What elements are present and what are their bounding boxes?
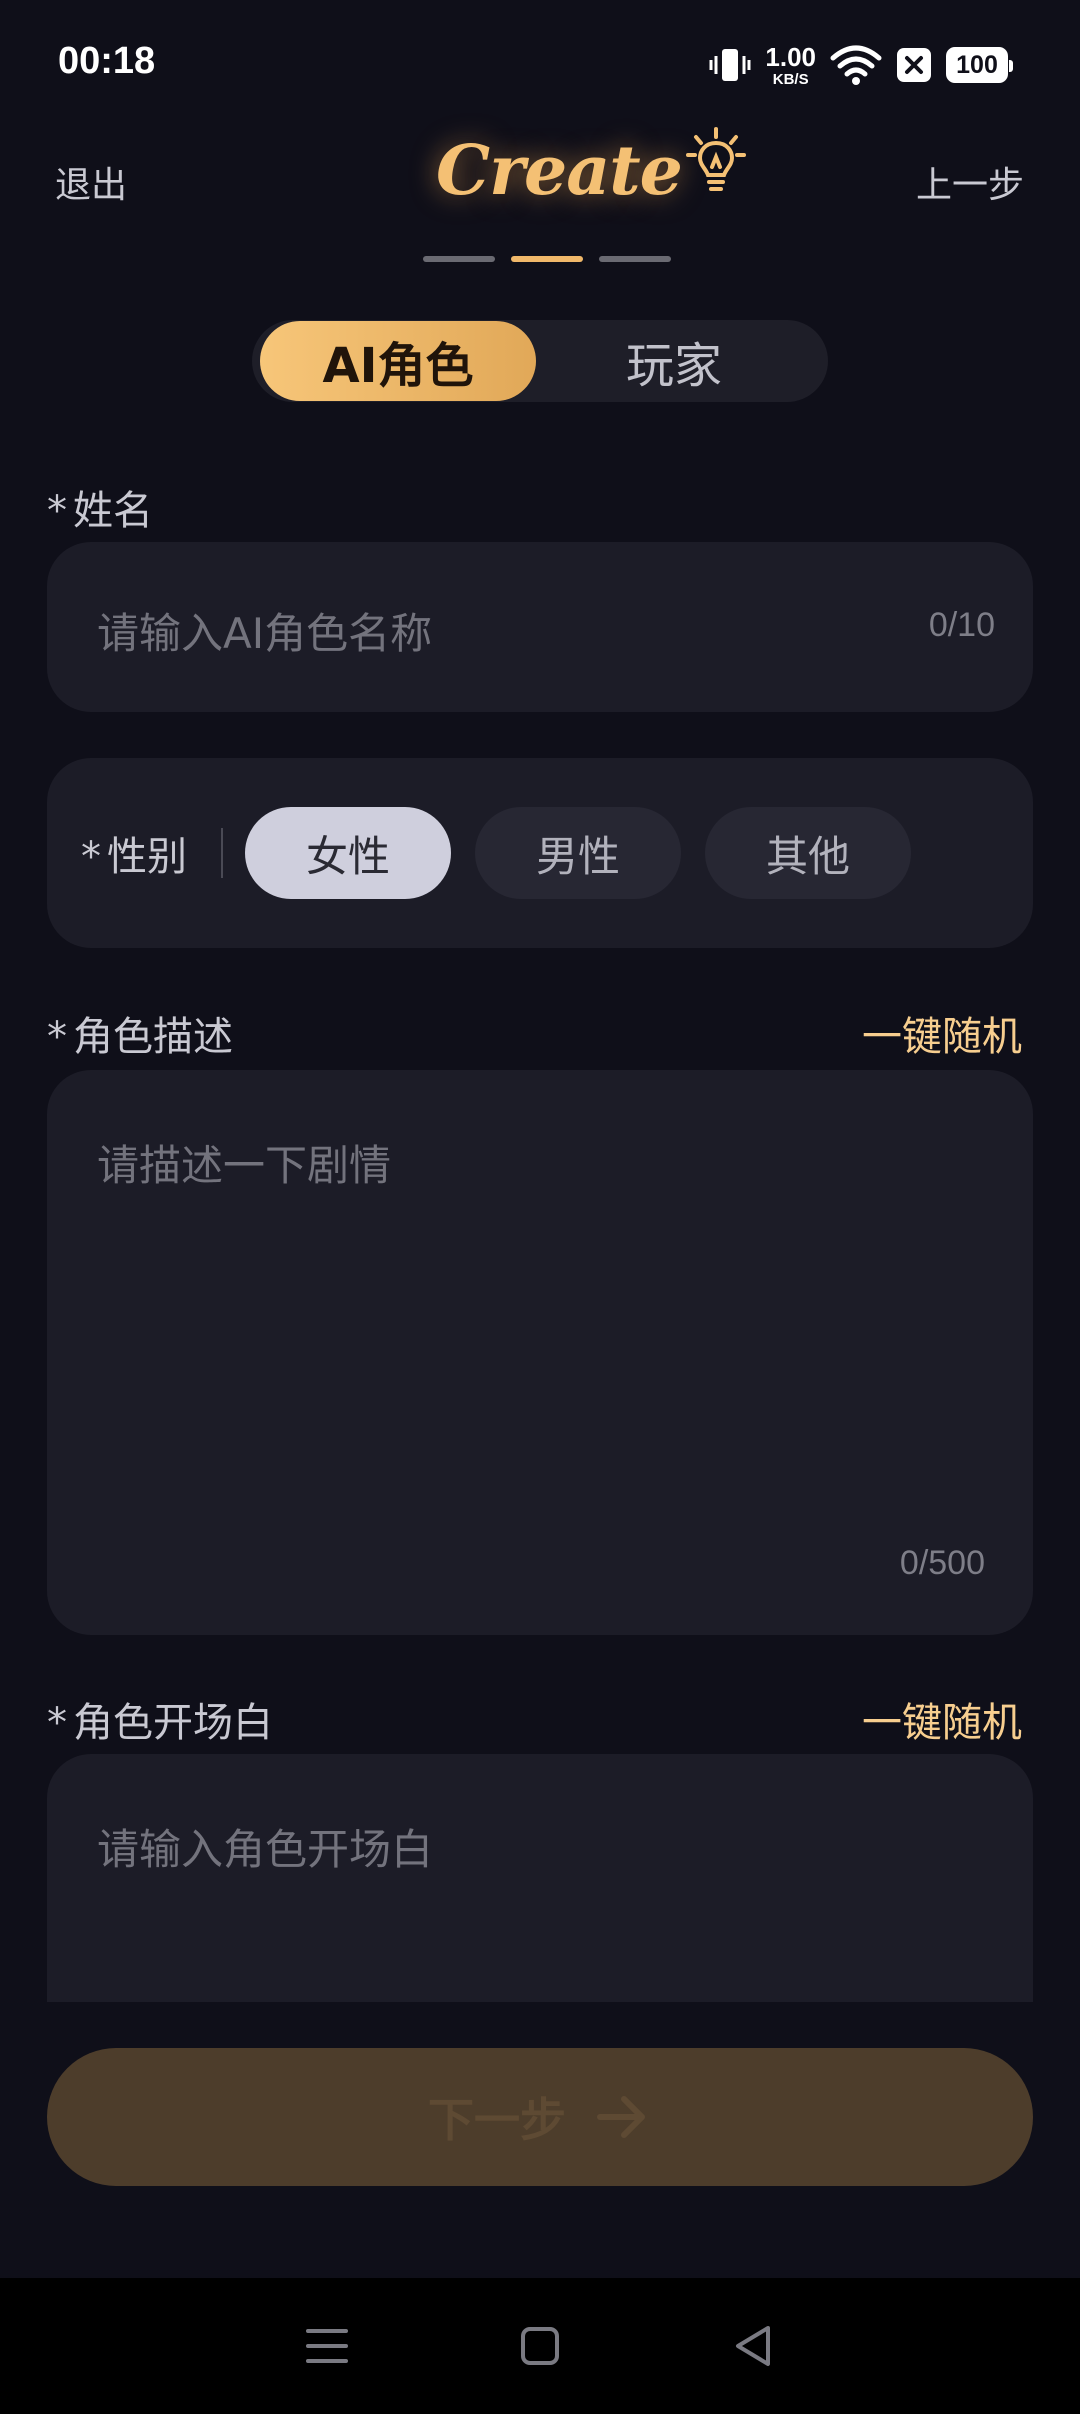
battery-icon: 100: [946, 47, 1013, 83]
name-counter: 0/10: [928, 606, 995, 644]
exit-button[interactable]: 退出: [55, 156, 127, 208]
logo-text: Create: [436, 131, 683, 211]
step-indicator: [423, 256, 671, 262]
description-random-button[interactable]: 一键随机: [862, 1004, 1022, 1062]
description-placeholder: 请描述一下剧情: [97, 1141, 392, 1190]
status-icons: 1.00 KB/S 100: [709, 40, 1013, 90]
arrow-right-icon: [597, 2096, 645, 2138]
name-label: * 姓名: [47, 478, 153, 536]
gender-selector: * 性别 女性 男性 其他: [47, 758, 1033, 948]
gender-male-chip[interactable]: 男性: [475, 807, 681, 899]
required-mark: *: [81, 834, 101, 880]
step-2-active: [511, 256, 583, 262]
required-mark: *: [47, 1014, 67, 1060]
vibrate-icon: [709, 49, 751, 81]
previous-step-button[interactable]: 上一步: [916, 156, 1024, 208]
gender-female-chip[interactable]: 女性: [245, 807, 451, 899]
net-speed-value: 1.00: [765, 41, 816, 72]
segment-player[interactable]: 玩家: [536, 321, 812, 401]
step-3: [599, 256, 671, 262]
required-mark: *: [47, 1700, 67, 1746]
gender-label: * 性别: [81, 824, 187, 882]
name-placeholder: 请输入AI角色名称: [97, 609, 433, 658]
name-input[interactable]: 请输入AI角色名称 0/10: [47, 542, 1033, 712]
opening-textarea[interactable]: 请输入角色开场白: [47, 1754, 1033, 2002]
wifi-icon: [830, 45, 882, 85]
role-segment-toggle: AI角色 玩家: [252, 320, 828, 402]
menu-icon[interactable]: [304, 2323, 350, 2369]
opening-placeholder: 请输入角色开场白: [97, 1825, 434, 1874]
next-step-label: 下一步: [428, 2093, 566, 2147]
net-speed-unit: KB/S: [772, 70, 809, 88]
step-1: [423, 256, 495, 262]
net-speed: 1.00 KB/S: [765, 44, 816, 87]
description-label-text: 角色描述: [73, 1014, 233, 1060]
segment-ai-role[interactable]: AI角色: [260, 321, 536, 401]
create-logo: Create: [436, 126, 746, 216]
name-label-text: 姓名: [73, 488, 153, 534]
opening-random-button[interactable]: 一键随机: [862, 1690, 1022, 1748]
opening-label: * 角色开场白: [47, 1690, 273, 1748]
next-step-button[interactable]: 下一步: [47, 2048, 1033, 2186]
description-counter: 0/500: [899, 1544, 985, 1582]
close-box-icon: [897, 48, 931, 82]
description-label: * 角色描述: [47, 1004, 233, 1062]
lightbulb-icon: [685, 127, 746, 191]
required-mark: *: [47, 488, 67, 534]
gender-divider: [221, 828, 223, 878]
battery-level: 100: [956, 50, 998, 79]
status-time: 00:18: [58, 40, 156, 82]
system-nav-bar: [0, 2278, 1080, 2414]
description-textarea[interactable]: 请描述一下剧情 0/500: [47, 1070, 1033, 1635]
gender-other-chip[interactable]: 其他: [705, 807, 911, 899]
opening-label-text: 角色开场白: [73, 1700, 273, 1746]
home-square-icon[interactable]: [517, 2323, 563, 2369]
gender-label-text: 性别: [107, 834, 187, 880]
back-triangle-icon[interactable]: [730, 2323, 776, 2369]
